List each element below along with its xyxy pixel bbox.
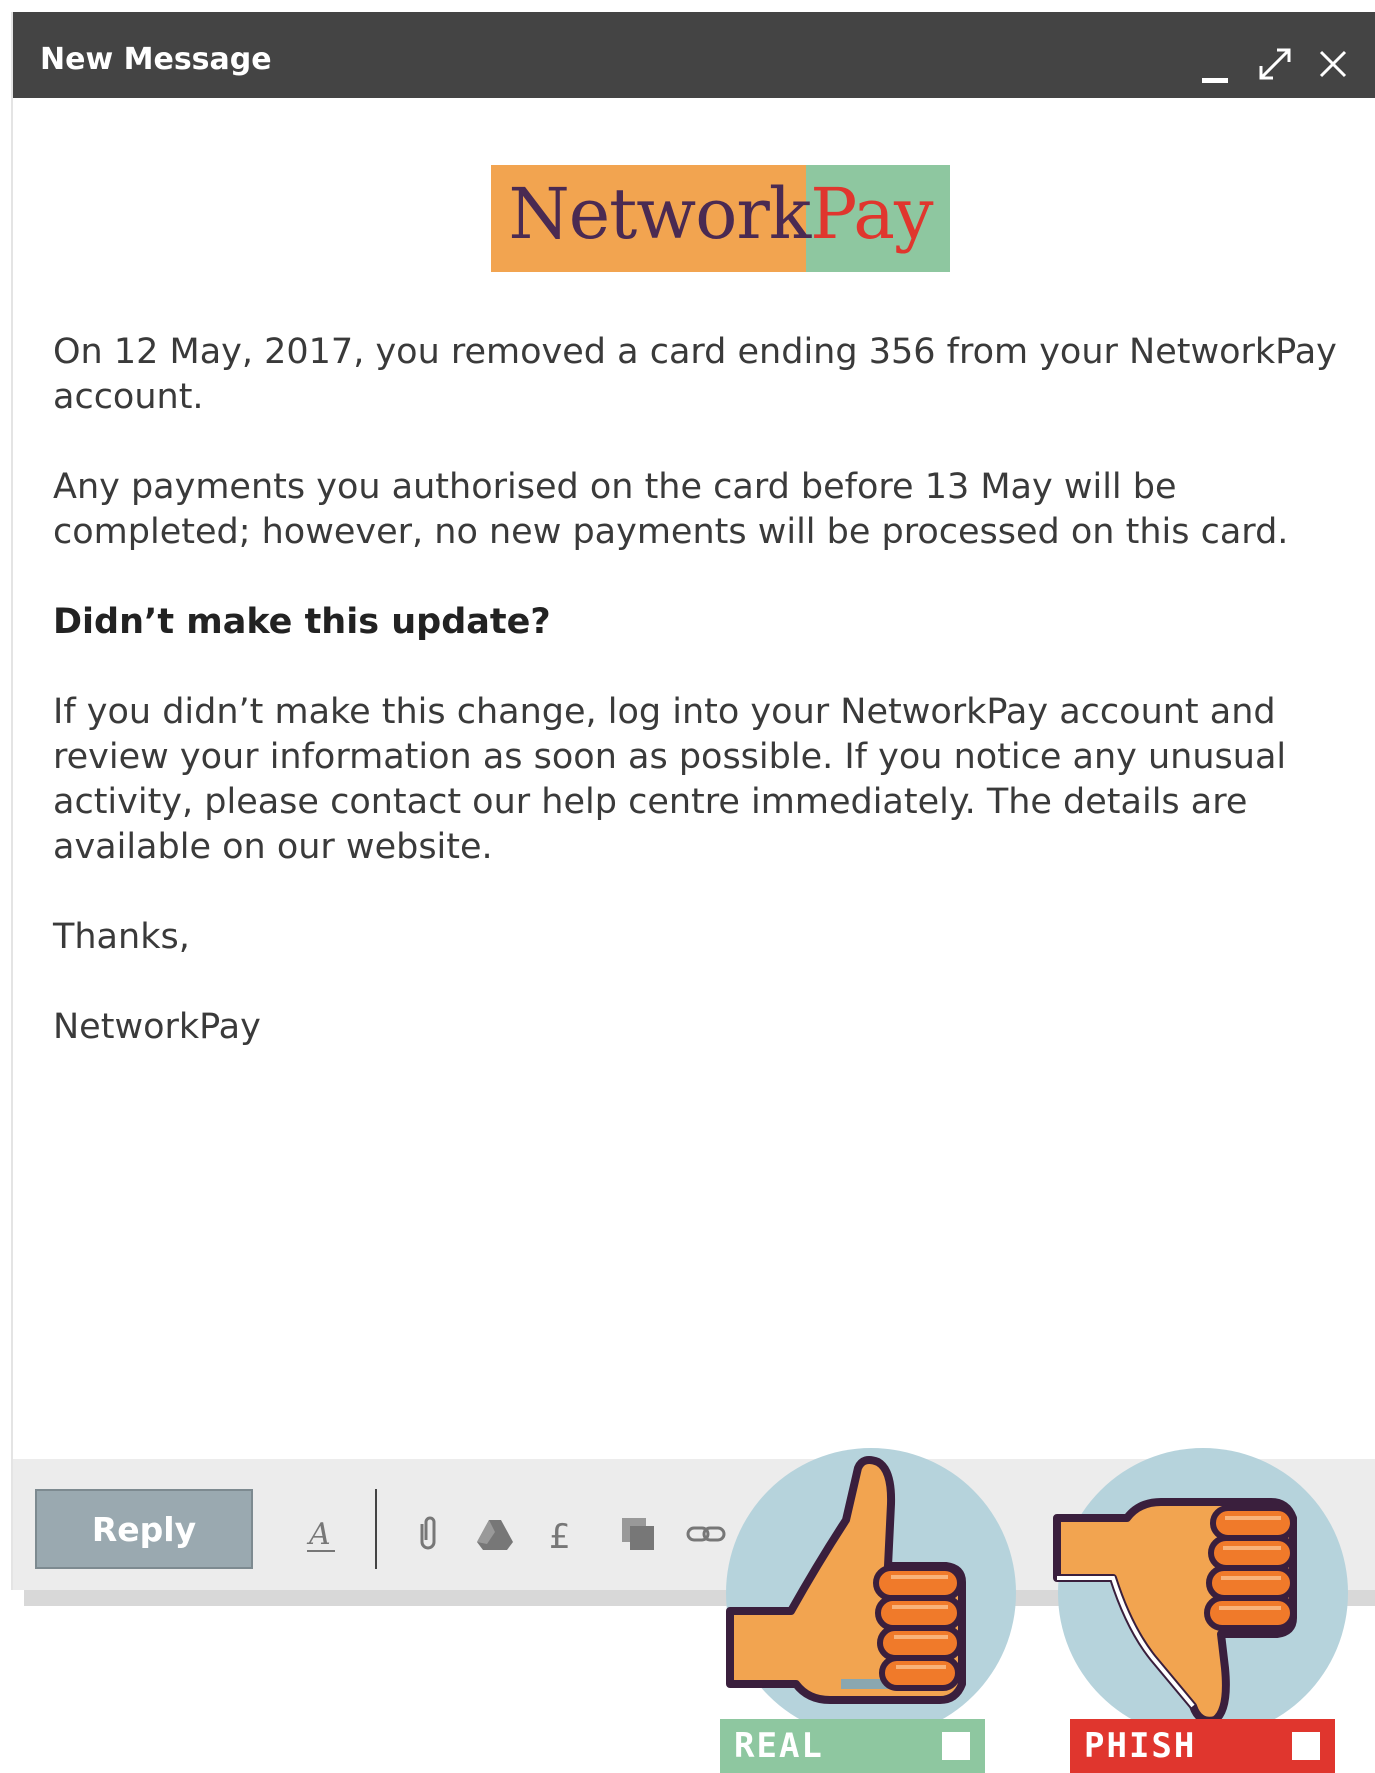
toolbar-divider — [375, 1489, 377, 1569]
logo-text: NetworkPay — [491, 173, 950, 255]
email-body: On 12 May, 2017, you removed a card endi… — [53, 330, 1363, 1095]
logo-text-pay: Pay — [810, 173, 933, 255]
thumbs-up-icon — [726, 1448, 1016, 1738]
copy-icon[interactable] — [618, 1514, 658, 1554]
real-vote-option[interactable]: REAL — [720, 1448, 1016, 1773]
format-text-icon[interactable]: A — [301, 1514, 341, 1554]
compose-window: New Message NetworkPay On 12 May, 2017, … — [11, 12, 1375, 1590]
email-signature: NetworkPay — [53, 1007, 261, 1047]
real-label: REAL — [734, 1726, 824, 1766]
phish-checkbox[interactable] — [1292, 1732, 1320, 1760]
phish-vote-option[interactable]: PHISH — [1053, 1448, 1353, 1773]
phish-label: PHISH — [1084, 1726, 1197, 1766]
svg-text:£: £ — [549, 1517, 571, 1554]
email-heading: Didn’t make this update? — [53, 602, 551, 642]
svg-text:A: A — [306, 1517, 331, 1552]
attach-icon[interactable] — [408, 1514, 448, 1554]
minimize-icon[interactable] — [1198, 50, 1234, 86]
pound-icon[interactable]: £ — [543, 1514, 583, 1554]
email-paragraph-1: On 12 May, 2017, you removed a card endi… — [53, 332, 1337, 417]
logo-text-network: Network — [508, 173, 812, 255]
title-bar: New Message — [13, 12, 1375, 98]
phish-label-bar: PHISH — [1070, 1719, 1335, 1773]
email-paragraph-3: If you didn’t make this change, log into… — [53, 692, 1287, 867]
email-signoff: Thanks, — [53, 917, 190, 957]
thumbs-down-icon — [1053, 1448, 1348, 1738]
close-icon[interactable] — [1315, 46, 1351, 82]
real-checkbox[interactable] — [942, 1732, 970, 1760]
expand-icon[interactable] — [1257, 46, 1293, 82]
real-label-bar: REAL — [720, 1719, 985, 1773]
networkpay-logo: NetworkPay — [491, 165, 950, 272]
window-title: New Message — [40, 42, 272, 77]
drive-icon[interactable] — [475, 1514, 515, 1554]
reply-button[interactable]: Reply — [35, 1489, 253, 1569]
email-paragraph-2: Any payments you authorised on the card … — [53, 467, 1289, 552]
